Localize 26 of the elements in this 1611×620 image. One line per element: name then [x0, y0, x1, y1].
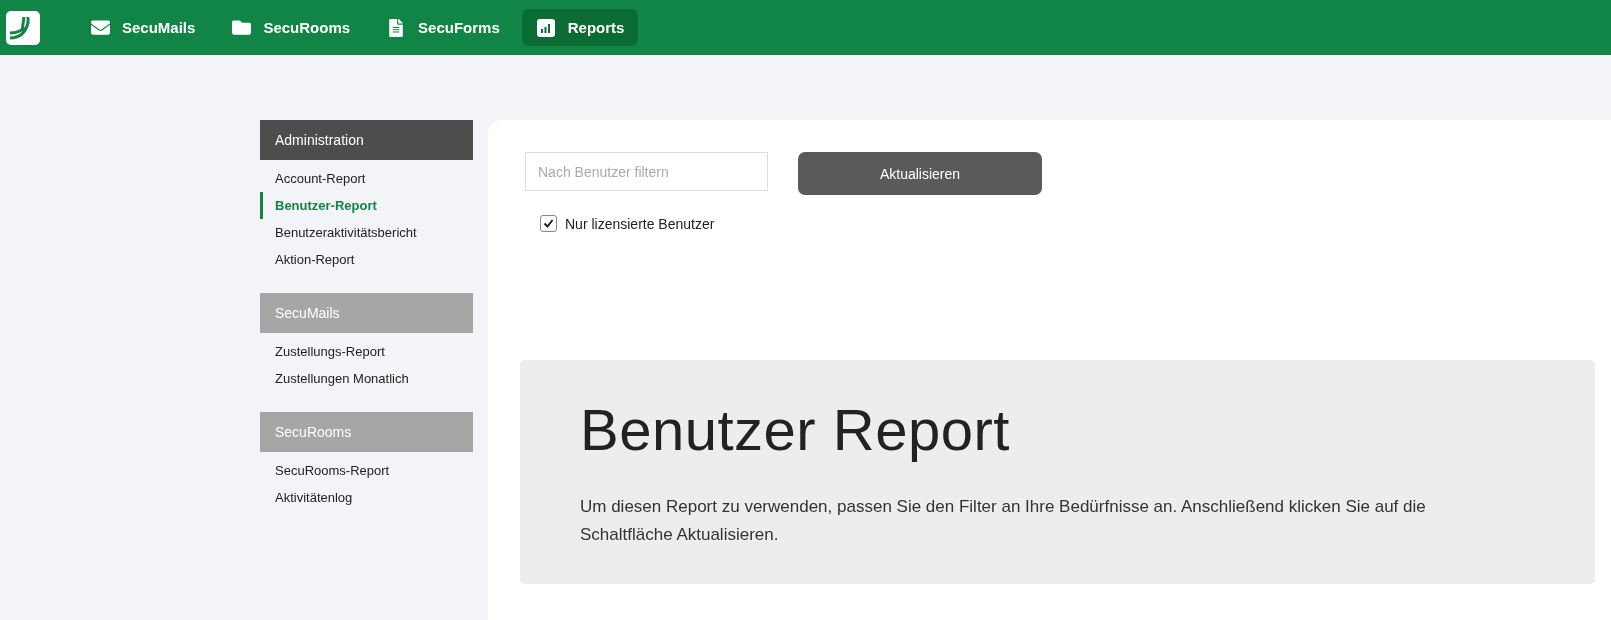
- logo-icon: [6, 10, 40, 45]
- section-header: SecuRooms: [260, 412, 473, 452]
- sidebar-link[interactable]: Account-Report: [260, 165, 473, 192]
- nav-tab[interactable]: SecuForms: [372, 9, 514, 46]
- nav-tab[interactable]: Reports: [521, 9, 639, 46]
- section-header: SecuMails: [260, 293, 473, 333]
- bar-chart-icon: [535, 17, 556, 38]
- report-description: Um diesen Report zu verwenden, passen Sie den Filter an Ihre Bedürfnisse an. Anschließend klicken Sie auf die Schaltfläche Aktualisieren.: [580, 496, 1427, 546]
- report-title: Benutzer Report: [580, 396, 1011, 463]
- sidebar-link[interactable]: Aktivitätenlog: [260, 484, 473, 511]
- refresh-button[interactable]: Aktualisieren: [798, 152, 1042, 195]
- checkbox[interactable]: [540, 215, 557, 232]
- section-header: Administration: [260, 120, 473, 160]
- folder-icon: [231, 17, 252, 38]
- sidebar-link[interactable]: Benutzer-Report: [260, 192, 473, 219]
- checkmark-icon: [543, 218, 554, 229]
- nav-tab[interactable]: SecuMails: [76, 9, 210, 46]
- filter-input[interactable]: Nach Benutzer filtern: [525, 152, 768, 191]
- sidebar-link[interactable]: SecuRooms-Report: [260, 457, 473, 484]
- sidebar-link[interactable]: Zustellungs-Report: [260, 338, 473, 365]
- sidebar-link[interactable]: Zustellungen Monatlich: [260, 365, 473, 392]
- sidebar-link[interactable]: Benutzeraktivitätsbericht: [260, 219, 473, 246]
- sidebar-link[interactable]: Aktion-Report: [260, 246, 473, 273]
- envelope-icon: [90, 17, 110, 38]
- checkbox-label: Nur lizensierte Benutzer: [565, 215, 715, 232]
- nav-tab[interactable]: SecuRooms: [217, 9, 365, 46]
